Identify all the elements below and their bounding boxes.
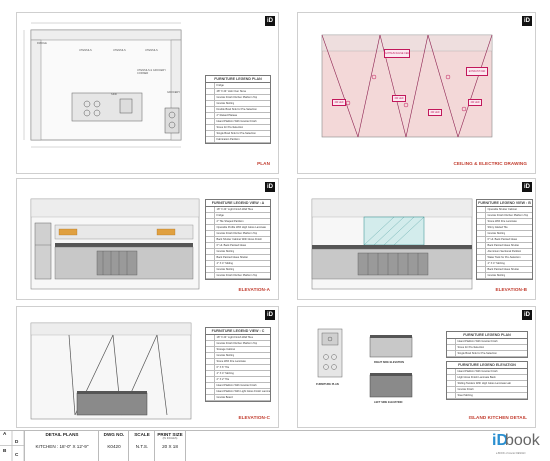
id-logo-icon: iD bbox=[265, 310, 275, 320]
brand-tagline: a BOOK of interior DESIGN bbox=[496, 452, 526, 455]
detail-plans-value: KITCHEN : 18'-0" X 12'-9" bbox=[35, 444, 89, 449]
room-label: UTENSILS bbox=[145, 49, 158, 52]
sheet-elevation-c: iD FURNITURE LEGEND VIEW : C 18" X 24" L… bbox=[16, 306, 279, 428]
ceiling-drawing bbox=[321, 34, 493, 138]
sheet-caption: CEILING & ELECTRIC DRAWING bbox=[453, 161, 527, 166]
dwg-no-value: K0420 bbox=[107, 444, 121, 449]
title-block: A D B C DETAIL PLANS KITCHEN : 18'-0" X … bbox=[0, 430, 550, 461]
furniture-legend-island-elevation: FURNITURE LEGEND ELEVATION Island Platfo… bbox=[446, 361, 528, 400]
legend-title: FURNITURE LEGEND VIEW : B bbox=[477, 200, 532, 207]
furniture-legend-view-c: FURNITURE LEGEND VIEW : C 18" X 24" Ligh… bbox=[205, 327, 271, 402]
id-logo-icon: iD bbox=[522, 310, 532, 320]
revision-letter: D bbox=[15, 439, 19, 444]
legend-title: FURNITURE LEGEND ELEVATION bbox=[447, 362, 527, 369]
ceiling-tag: EXHAUST FAN bbox=[466, 67, 488, 76]
furniture-legend-plan: FURNITURE LEGEND PLAN Fridge 48" X 24" H… bbox=[205, 75, 271, 144]
sheet-caption: ELEVATION-B bbox=[495, 287, 527, 292]
legend-title: FURNITURE LEGEND PLAN bbox=[206, 76, 270, 83]
room-label: UTENSILS & GROCERY CORNER bbox=[137, 69, 166, 75]
ceiling-tag: 4W LED bbox=[468, 99, 482, 106]
print-size-unit: (IN INCHES) bbox=[162, 437, 178, 440]
id-logo-icon: iD bbox=[522, 182, 532, 192]
sheet-caption: ELEVATION-C bbox=[238, 415, 270, 420]
legend-row: Steel Skirting bbox=[447, 393, 527, 399]
island-caption: LEFT SIDE ELEVATION bbox=[374, 401, 403, 404]
island-caption: FURNITURE PLAN bbox=[316, 383, 339, 386]
sheet-island-kitchen: iD FURNITURE PLAN RIGHT SIDE ELEVATION L… bbox=[297, 306, 536, 428]
ceiling-tag: 4W LED bbox=[332, 99, 346, 106]
ceiling-tag: 4W LED bbox=[428, 109, 442, 116]
room-label: UTENSILS bbox=[79, 49, 92, 52]
island-caption: RIGHT SIDE ELEVATION bbox=[374, 361, 405, 364]
revision-letter: A bbox=[3, 431, 7, 436]
print-size-cell: PRINT SIZE (IN INCHES) 20 X 18 bbox=[154, 430, 186, 461]
room-label: FRIDGE bbox=[37, 42, 47, 45]
legend-row: Fabrication Partition bbox=[206, 137, 270, 143]
sheet-caption: ELEVATION-A bbox=[238, 287, 270, 292]
furniture-legend-view-b: FURNITURE LEGEND VIEW : B Operable Shutt… bbox=[476, 199, 533, 280]
legend-title: FURNITURE LEGEND VIEW : A bbox=[206, 200, 270, 207]
sheet-elevation-b: iD FURNITURE LEGEND VIEW : B Operable Sh… bbox=[297, 178, 536, 300]
print-size-value: 20 X 18 bbox=[162, 444, 178, 449]
sheet-plan: iD FRIDGE UTENSILS UTENSILS UTENSILS UTE… bbox=[16, 12, 279, 174]
sheet-caption: ISLAND KITCHEN DETAIL bbox=[468, 415, 527, 420]
sheet-caption: PLAN bbox=[257, 161, 270, 166]
legend-row: Granite Finish Kitchen Platform Top bbox=[206, 273, 270, 279]
idbook-brand: iD book a BOOK of interior DESIGN bbox=[492, 430, 540, 461]
revision-letter: C bbox=[15, 452, 19, 457]
brand-name: book bbox=[505, 432, 540, 449]
sheet-elevation-a: iD FURNITURE LEGEND VIEW : A 18" X 24" L… bbox=[16, 178, 279, 300]
sheet-ceiling: iD GYPSUM FALSE CEILING EXHAUST FAN 4W L… bbox=[297, 12, 536, 174]
id-logo-icon: iD bbox=[265, 182, 275, 192]
scale-header: SCALE bbox=[134, 432, 150, 437]
furniture-legend-island-plan: FURNITURE LEGEND PLAN Island Platform Wi… bbox=[446, 331, 528, 358]
ceiling-tag: 4W LED bbox=[392, 95, 406, 102]
detail-plans-cell: DETAIL PLANS KITCHEN : 18'-0" X 12'-9" bbox=[24, 430, 99, 461]
revision-letter: B bbox=[3, 448, 7, 453]
id-logo-icon: iD bbox=[265, 16, 275, 26]
room-label: UTENSILS bbox=[113, 49, 126, 52]
furniture-legend-view-a: FURNITURE LEGEND VIEW : A 18" X 24" Ligh… bbox=[205, 199, 271, 280]
room-label: GROCERY bbox=[167, 91, 181, 94]
detail-plans-header: DETAIL PLANS bbox=[45, 432, 79, 437]
legend-title: FURNITURE LEGEND PLAN bbox=[447, 332, 527, 339]
id-logo-icon: iD bbox=[522, 16, 532, 26]
scale-cell: SCALE N.T.S. bbox=[128, 430, 155, 461]
ceiling-tag: GYPSUM FALSE CEILING bbox=[384, 49, 410, 58]
dwg-no-cell: DWG NO. K0420 bbox=[98, 430, 129, 461]
legend-row: Single Bowl Sink for Pre-Selection bbox=[447, 351, 527, 357]
room-label: SINK bbox=[111, 93, 118, 96]
legend-row: Granite Board bbox=[206, 395, 270, 401]
legend-title: FURNITURE LEGEND VIEW : C bbox=[206, 328, 270, 335]
legend-row: Granite Skirting bbox=[477, 273, 532, 279]
scale-value: N.T.S. bbox=[135, 444, 149, 449]
dwg-no-header: DWG NO. bbox=[103, 432, 125, 437]
